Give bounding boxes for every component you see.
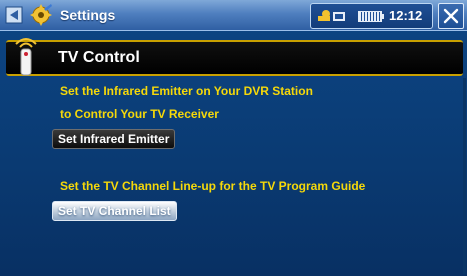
right-edge-divider bbox=[463, 78, 466, 274]
settings-gear-icon bbox=[30, 4, 52, 26]
page-title: TV Control bbox=[58, 49, 140, 66]
infrared-description-line2: to Control Your TV Receiver bbox=[60, 107, 219, 121]
back-icon[interactable] bbox=[4, 4, 24, 26]
connection-icon bbox=[318, 10, 345, 21]
set-tv-channel-list-button[interactable]: Set TV Channel List bbox=[52, 201, 177, 221]
channel-lineup-description: Set the TV Channel Line-up for the TV Pr… bbox=[60, 179, 366, 193]
tv-remote-icon bbox=[15, 38, 37, 76]
set-infrared-emitter-button[interactable]: Set Infrared Emitter bbox=[52, 129, 176, 149]
page-header: TV Control bbox=[6, 40, 463, 76]
screen: Settings 12:12 TV Control Set the Infrar… bbox=[0, 0, 467, 276]
clock: 12:12 bbox=[389, 8, 423, 23]
infrared-description-line1: Set the Infrared Emitter on Your DVR Sta… bbox=[60, 84, 313, 98]
status-area: 12:12 bbox=[310, 3, 433, 29]
app-title: Settings bbox=[60, 7, 116, 23]
battery-icon bbox=[358, 11, 384, 22]
close-icon[interactable] bbox=[438, 3, 464, 29]
title-bar: Settings 12:12 bbox=[0, 0, 467, 31]
